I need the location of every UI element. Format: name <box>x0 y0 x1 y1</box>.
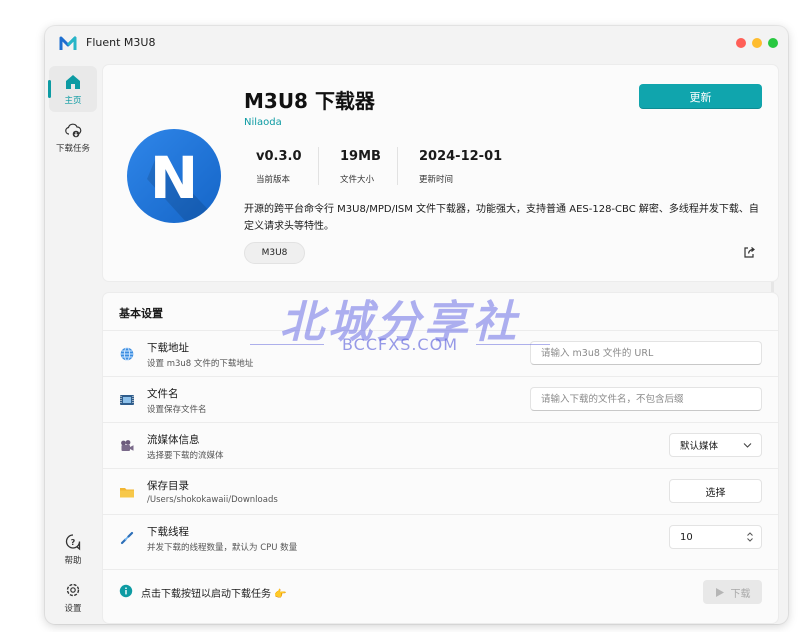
sidebar-item-label: 下载任务 <box>55 143 90 154</box>
sidebar: 主页 下载任务 ? 帮助 设置 <box>45 60 101 624</box>
app-description: 开源的跨平台命令行 M3U8/MPD/ISM 文件下载器，功能强大，支持普通 A… <box>244 204 759 232</box>
svg-text:?: ? <box>71 538 76 547</box>
window-title: Fluent M3U8 <box>86 36 156 49</box>
setting-title: 下载地址 <box>147 342 189 354</box>
sidebar-item-home[interactable]: 主页 <box>48 66 97 112</box>
setting-subtitle: 并发下载的线程数量，默认为 CPU 数量 <box>147 543 298 553</box>
window-controls <box>736 38 778 48</box>
download-button-label: 下载 <box>730 588 751 600</box>
stat-label: 文件大小 <box>340 175 375 185</box>
app-logo-graphic: N <box>147 144 215 223</box>
film-icon <box>120 395 134 405</box>
stream-select-value: 默认媒体 <box>680 441 719 452</box>
section-title: 基本设置 <box>119 307 163 320</box>
setting-subtitle: /Users/shokokawaii/Downloads <box>147 495 278 505</box>
sidebar-item-tasks[interactable]: 下载任务 <box>49 114 97 160</box>
sidebar-item-label: 帮助 <box>64 555 82 566</box>
home-icon <box>66 74 80 89</box>
download-hint: 点击下载按钮以启动下载任务 👉 <box>141 589 287 600</box>
app-logo: N <box>127 129 221 223</box>
sidebar-item-help[interactable]: ? 帮助 <box>49 526 97 572</box>
app-name: M3U8 下载器 <box>244 89 375 113</box>
setting-title: 文件名 <box>147 388 179 400</box>
stat-size: 19MB 文件大小 <box>340 149 381 185</box>
setting-row-threads: 下载线程 并发下载的线程数量，默认为 CPU 数量 10 <box>103 514 778 561</box>
main-content: N M3U8 下载器 Nilaoda 更新 v0.3.0 当前版本 19MB 文… <box>102 64 779 624</box>
close-window-button[interactable] <box>736 38 746 48</box>
update-button[interactable]: 更新 <box>639 84 762 109</box>
setting-title: 保存目录 <box>147 480 189 492</box>
stat-value: 2024-12-01 <box>419 149 503 164</box>
basic-settings-card: 基本设置 下载地址 设置 m3u8 文件的下载地址 文件名 设置保存 <box>102 292 779 624</box>
stat-value: v0.3.0 <box>256 149 302 164</box>
app-logo-letter: N <box>150 144 199 212</box>
stat-version: v0.3.0 当前版本 <box>256 149 302 185</box>
play-icon <box>715 587 724 597</box>
stat-value: 19MB <box>340 149 381 164</box>
setting-subtitle: 选择要下载的流媒体 <box>147 451 224 461</box>
video-camera-icon <box>121 440 134 451</box>
help-icon: ? <box>65 533 81 550</box>
choose-directory-button[interactable]: 选择 <box>669 479 762 503</box>
stream-select[interactable]: 默认媒体 <box>669 433 762 457</box>
thread-count-stepper[interactable]: 10 <box>669 525 762 549</box>
chevron-down-icon <box>743 443 752 448</box>
app-logo-icon <box>59 36 77 50</box>
share-icon[interactable] <box>742 245 756 259</box>
app-info-card: N M3U8 下载器 Nilaoda 更新 v0.3.0 当前版本 19MB 文… <box>102 64 779 282</box>
thread-count-value: 10 <box>680 531 693 543</box>
url-input[interactable] <box>530 341 762 365</box>
title-bar: Fluent M3U8 <box>45 26 788 60</box>
sidebar-item-label: 设置 <box>64 603 82 614</box>
divider <box>318 147 319 185</box>
filename-input[interactable] <box>530 387 762 411</box>
maximize-window-button[interactable] <box>768 38 778 48</box>
setting-row-url: 下载地址 设置 m3u8 文件的下载地址 <box>103 330 778 377</box>
tag-chip[interactable]: M3U8 <box>244 242 305 264</box>
setting-title: 流媒体信息 <box>147 434 200 446</box>
setting-title: 下载线程 <box>147 526 189 538</box>
setting-subtitle: 设置 m3u8 文件的下载地址 <box>147 359 254 369</box>
sidebar-item-label: 主页 <box>64 95 82 106</box>
globe-icon <box>120 347 134 361</box>
download-button[interactable]: 下载 <box>703 580 762 604</box>
stat-label: 当前版本 <box>256 175 291 185</box>
stat-label: 更新时间 <box>419 175 454 185</box>
cloud-download-icon <box>65 123 82 137</box>
download-footer: 点击下载按钮以启动下载任务 👉 下载 <box>103 569 778 616</box>
folder-icon <box>120 488 134 498</box>
sidebar-item-settings[interactable]: 设置 <box>49 574 97 620</box>
setting-row-filename: 文件名 设置保存文件名 <box>103 376 778 423</box>
info-icon <box>119 584 133 598</box>
author-link[interactable]: Nilaoda <box>244 117 282 128</box>
app-window: Fluent M3U8 主页 下载任务 ? 帮助 设置 N M3U8 下载器 N… <box>45 26 788 624</box>
divider <box>397 147 398 185</box>
minimize-window-button[interactable] <box>752 38 762 48</box>
stat-update-time: 2024-12-01 更新时间 <box>419 149 502 185</box>
setting-row-stream: 流媒体信息 选择要下载的流媒体 默认媒体 <box>103 422 778 469</box>
link-icon <box>120 531 134 545</box>
gear-icon <box>66 583 80 596</box>
stepper-arrows-icon[interactable] <box>746 531 754 543</box>
setting-row-save-dir: 保存目录 /Users/shokokawaii/Downloads 选择 <box>103 468 778 515</box>
setting-subtitle: 设置保存文件名 <box>147 405 207 415</box>
